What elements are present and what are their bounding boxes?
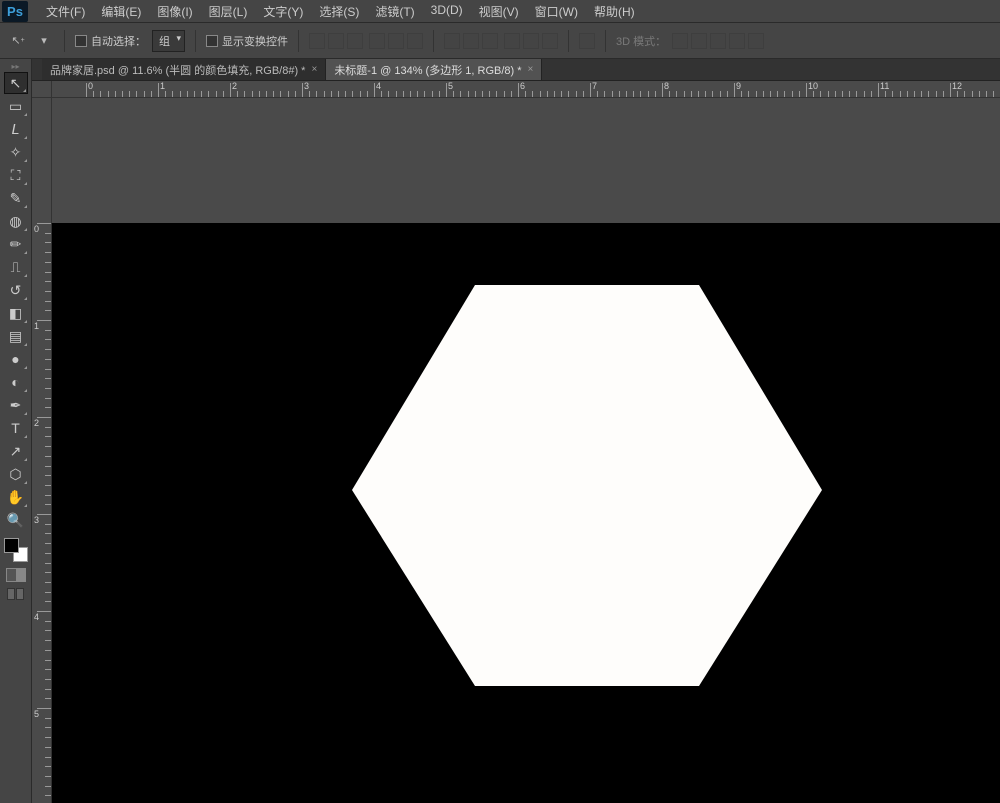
ruler-number: 5 <box>34 709 39 719</box>
quick-mask-toggle[interactable] <box>6 568 26 582</box>
eyedropper-tool[interactable]: ✎ <box>4 187 28 209</box>
eraser-tool[interactable]: ◧ <box>4 302 28 324</box>
document-tab-label: 未标题-1 @ 134% (多边形 1, RGB/8) * <box>334 62 521 78</box>
menubar: Ps 文件(F)编辑(E)图像(I)图层(L)文字(Y)选择(S)滤镜(T)3D… <box>0 0 1000 23</box>
canvas-viewport[interactable] <box>52 98 1000 803</box>
ruler-number: 2 <box>232 81 237 91</box>
ruler-number: 11 <box>880 81 889 91</box>
color-swatches[interactable] <box>4 538 28 562</box>
align-group-2 <box>369 33 423 49</box>
separator <box>298 30 299 52</box>
menu-item[interactable]: 3D(D) <box>423 0 471 24</box>
separator <box>64 30 65 52</box>
menu-item[interactable]: 窗口(W) <box>527 0 586 24</box>
ruler-number: 4 <box>34 612 39 622</box>
close-icon[interactable]: × <box>311 64 317 75</box>
blur-tool[interactable]: ● <box>4 348 28 370</box>
stamp-tool[interactable]: ⎍ <box>4 256 28 278</box>
separator <box>605 30 606 52</box>
menu-item[interactable]: 图像(I) <box>149 0 200 24</box>
ruler-number: 7 <box>592 81 597 91</box>
type-tool[interactable]: T <box>4 417 28 439</box>
ruler-number: 5 <box>448 81 453 91</box>
auto-select-checkbox[interactable]: 自动选择： <box>75 33 146 49</box>
hand-tool[interactable]: ✋ <box>4 486 28 508</box>
menu-item[interactable]: 帮助(H) <box>586 0 643 24</box>
horizontal-ruler[interactable]: 012345678910111213 <box>52 81 1000 98</box>
move-tool[interactable]: ↖ <box>4 72 28 94</box>
options-bar: ↖+ ▾ 自动选择： 组 显示变换控件 3D 模式： <box>0 23 1000 59</box>
ruler-number: 0 <box>88 81 93 91</box>
close-icon[interactable]: × <box>528 64 534 75</box>
ruler-number: 2 <box>34 418 39 428</box>
ruler-number: 0 <box>34 224 39 234</box>
distribute-group-2 <box>504 33 558 49</box>
ruler-number: 1 <box>160 81 165 91</box>
show-transform-checkbox[interactable]: 显示变换控件 <box>206 33 288 49</box>
document-tabs: 品牌家居.psd @ 11.6% (半圆 的颜色填充, RGB/8#) *×未标… <box>0 59 1000 81</box>
hexagon-shape[interactable] <box>352 285 822 695</box>
ruler-number: 4 <box>376 81 381 91</box>
document-tab-label: 品牌家居.psd @ 11.6% (半圆 的颜色填充, RGB/8#) * <box>50 62 305 78</box>
brush-tool[interactable]: ✏ <box>4 233 28 255</box>
heal-tool[interactable]: ◍ <box>4 210 28 232</box>
menu-item[interactable]: 滤镜(T) <box>367 0 422 24</box>
auto-align-button <box>579 33 595 49</box>
ruler-number: 3 <box>304 81 309 91</box>
ruler-number: 10 <box>808 81 818 91</box>
wand-tool[interactable]: ✧ <box>4 141 28 163</box>
foreground-color-swatch[interactable] <box>4 538 19 553</box>
canvas[interactable] <box>52 223 1000 803</box>
ruler-number: 8 <box>664 81 669 91</box>
zoom-tool[interactable]: 🔍 <box>4 509 28 531</box>
lasso-tool[interactable]: 𝘓 <box>4 118 28 140</box>
document-tab[interactable]: 未标题-1 @ 134% (多边形 1, RGB/8) * × <box>326 59 542 80</box>
separator <box>433 30 434 52</box>
separator <box>568 30 569 52</box>
menu-item[interactable]: 文件(F) <box>38 0 93 24</box>
app-logo: Ps <box>2 1 28 22</box>
path-select-tool[interactable]: ↗ <box>4 440 28 462</box>
move-tool-indicator-icon: ↖+ <box>8 31 28 51</box>
dropdown-icon[interactable]: ▾ <box>34 31 54 51</box>
gradient-tool[interactable]: ▤ <box>4 325 28 347</box>
work-area: 012345678910111213 012345678 <box>32 81 1000 803</box>
ruler-number: 3 <box>34 515 39 525</box>
history-brush-tool[interactable]: ↺ <box>4 279 28 301</box>
marquee-tool[interactable]: ▭ <box>4 95 28 117</box>
vertical-ruler[interactable]: 012345678 <box>32 98 52 803</box>
mode-3d-group <box>672 33 764 49</box>
document-tab[interactable]: 品牌家居.psd @ 11.6% (半圆 的颜色填充, RGB/8#) * × <box>42 59 326 80</box>
crop-tool[interactable]: ⛶ <box>4 164 28 186</box>
align-group-1 <box>309 33 363 49</box>
menu-item[interactable]: 视图(V) <box>471 0 527 24</box>
shape-tool[interactable]: ⬡ <box>4 463 28 485</box>
distribute-group-1 <box>444 33 498 49</box>
mode-3d-label: 3D 模式： <box>616 33 666 49</box>
menu-item[interactable]: 选择(S) <box>311 0 367 24</box>
pen-tool[interactable]: ✒ <box>4 394 28 416</box>
dodge-tool[interactable]: ◐ <box>4 371 28 393</box>
auto-select-dropdown[interactable]: 组 <box>152 30 185 52</box>
ruler-number: 9 <box>736 81 741 91</box>
tool-palette: ▸▸ ↖▭𝘓✧⛶✎◍✏⎍↺◧▤●◐✒T↗⬡✋🔍 <box>0 59 32 803</box>
menu-item[interactable]: 图层(L) <box>201 0 256 24</box>
palette-grip-icon[interactable]: ▸▸ <box>4 62 28 70</box>
screen-mode-button[interactable] <box>7 588 24 600</box>
ruler-number: 6 <box>520 81 525 91</box>
ruler-origin[interactable] <box>32 81 52 98</box>
menu-item[interactable]: 文字(Y) <box>255 0 311 24</box>
ruler-number: 1 <box>34 321 39 331</box>
ruler-number: 12 <box>952 81 962 91</box>
separator <box>195 30 196 52</box>
menu-item[interactable]: 编辑(E) <box>93 0 149 24</box>
